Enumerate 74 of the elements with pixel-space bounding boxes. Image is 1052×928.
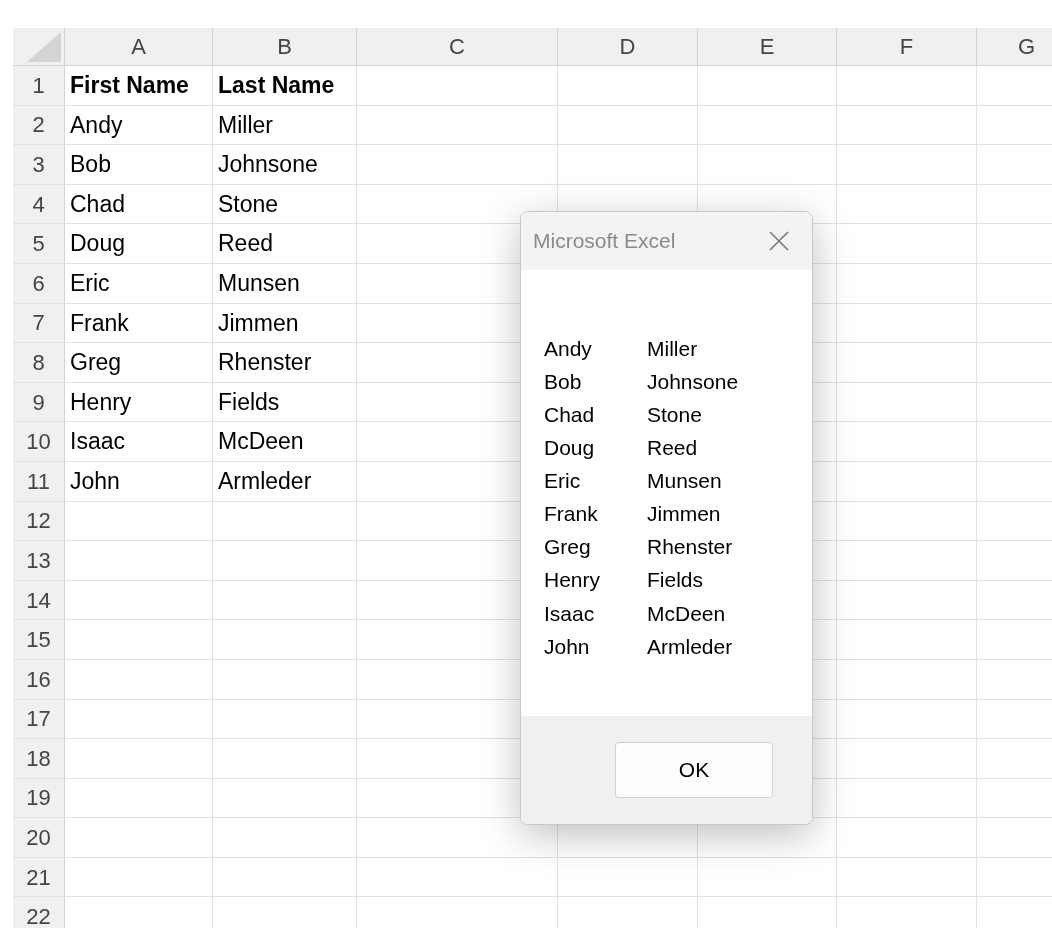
message-text: Doug bbox=[544, 435, 596, 462]
cell-text: McDeen bbox=[218, 427, 304, 457]
cell-text: First Name bbox=[70, 71, 189, 101]
cell-text: Rhenster bbox=[218, 348, 312, 378]
cell-text: Eric bbox=[70, 269, 110, 298]
column-header[interactable]: D bbox=[558, 28, 698, 65]
cell-text: Chad bbox=[70, 189, 125, 219]
row-header[interactable]: 10 bbox=[13, 422, 65, 461]
cell-text: John bbox=[70, 467, 120, 496]
row-header[interactable]: 16 bbox=[13, 659, 65, 699]
row-header[interactable]: 3 bbox=[13, 145, 65, 184]
message-text: Johnsone bbox=[647, 368, 739, 395]
message-text: Henry bbox=[544, 567, 602, 594]
message-text: Miller bbox=[647, 335, 698, 362]
cell-text: Greg bbox=[70, 348, 122, 378]
close-icon bbox=[768, 230, 790, 252]
row-header[interactable]: 8 bbox=[13, 343, 65, 382]
message-text: Bob bbox=[544, 368, 583, 395]
message-text: Fields bbox=[647, 567, 704, 594]
row-header[interactable]: 4 bbox=[13, 184, 65, 224]
message-text: Chad bbox=[544, 402, 596, 428]
cell-text: Stone bbox=[218, 189, 279, 219]
message-text: Reed bbox=[647, 435, 698, 462]
cell-text: Fields bbox=[218, 387, 280, 417]
cell-text: Reed bbox=[218, 229, 273, 259]
cell-text: Jimmen bbox=[218, 308, 299, 338]
ok-button[interactable]: OK bbox=[615, 742, 773, 798]
column-header[interactable]: F bbox=[837, 28, 977, 65]
row-header[interactable]: 9 bbox=[13, 382, 65, 422]
row-header[interactable]: 2 bbox=[13, 105, 65, 145]
column-header[interactable]: G bbox=[977, 28, 1052, 65]
message-text: Munsen bbox=[647, 468, 722, 495]
cell-text: Last Name bbox=[218, 71, 335, 101]
message-text: Eric bbox=[544, 468, 582, 495]
message-text: Frank bbox=[544, 501, 599, 528]
column-header[interactable]: B bbox=[213, 28, 357, 65]
cell-text: Andy bbox=[70, 110, 123, 140]
row-header[interactable]: 21 bbox=[13, 857, 65, 897]
cell-text: Doug bbox=[70, 229, 125, 259]
cell-text: Frank bbox=[70, 308, 129, 338]
row-header[interactable]: 19 bbox=[13, 778, 65, 818]
row-header[interactable]: 7 bbox=[13, 303, 65, 343]
message-text: John bbox=[544, 633, 591, 660]
cell-text: Miller bbox=[218, 110, 273, 140]
message-text: Stone bbox=[647, 402, 702, 428]
row-header[interactable]: 20 bbox=[13, 818, 65, 857]
row-header[interactable]: 18 bbox=[13, 739, 65, 778]
row-header[interactable]: 17 bbox=[13, 699, 65, 739]
row-header[interactable]: 11 bbox=[13, 461, 65, 501]
row-header[interactable]: 13 bbox=[13, 541, 65, 580]
cell-text: Isaac bbox=[70, 427, 125, 457]
message-text: McDeen bbox=[647, 600, 726, 627]
message-text: Rhenster bbox=[647, 534, 733, 561]
message-text: Greg bbox=[544, 534, 592, 561]
cell-text: Armleder bbox=[218, 467, 312, 496]
row-header[interactable]: 22 bbox=[13, 897, 65, 928]
row-header[interactable]: 15 bbox=[13, 620, 65, 659]
row-header[interactable]: 5 bbox=[13, 224, 65, 263]
cell-text: Munsen bbox=[218, 269, 300, 298]
column-header[interactable]: E bbox=[698, 28, 837, 65]
column-header[interactable]: C bbox=[357, 28, 558, 65]
row-header[interactable]: 12 bbox=[13, 501, 65, 541]
row-header[interactable]: 6 bbox=[13, 263, 65, 303]
dialog-title: Microsoft Excel bbox=[533, 228, 676, 255]
message-text: Isaac bbox=[544, 600, 596, 627]
row-header[interactable]: 14 bbox=[13, 580, 65, 620]
message-text: Armleder bbox=[647, 633, 733, 660]
message-text: Jimmen bbox=[647, 501, 721, 528]
cell-text: Henry bbox=[70, 387, 132, 417]
row-header[interactable]: 1 bbox=[13, 66, 65, 105]
cell-text: Johnsone bbox=[218, 150, 318, 180]
message-text: Andy bbox=[544, 335, 593, 362]
column-header[interactable]: A bbox=[65, 28, 213, 65]
cell-text: Bob bbox=[70, 150, 111, 180]
